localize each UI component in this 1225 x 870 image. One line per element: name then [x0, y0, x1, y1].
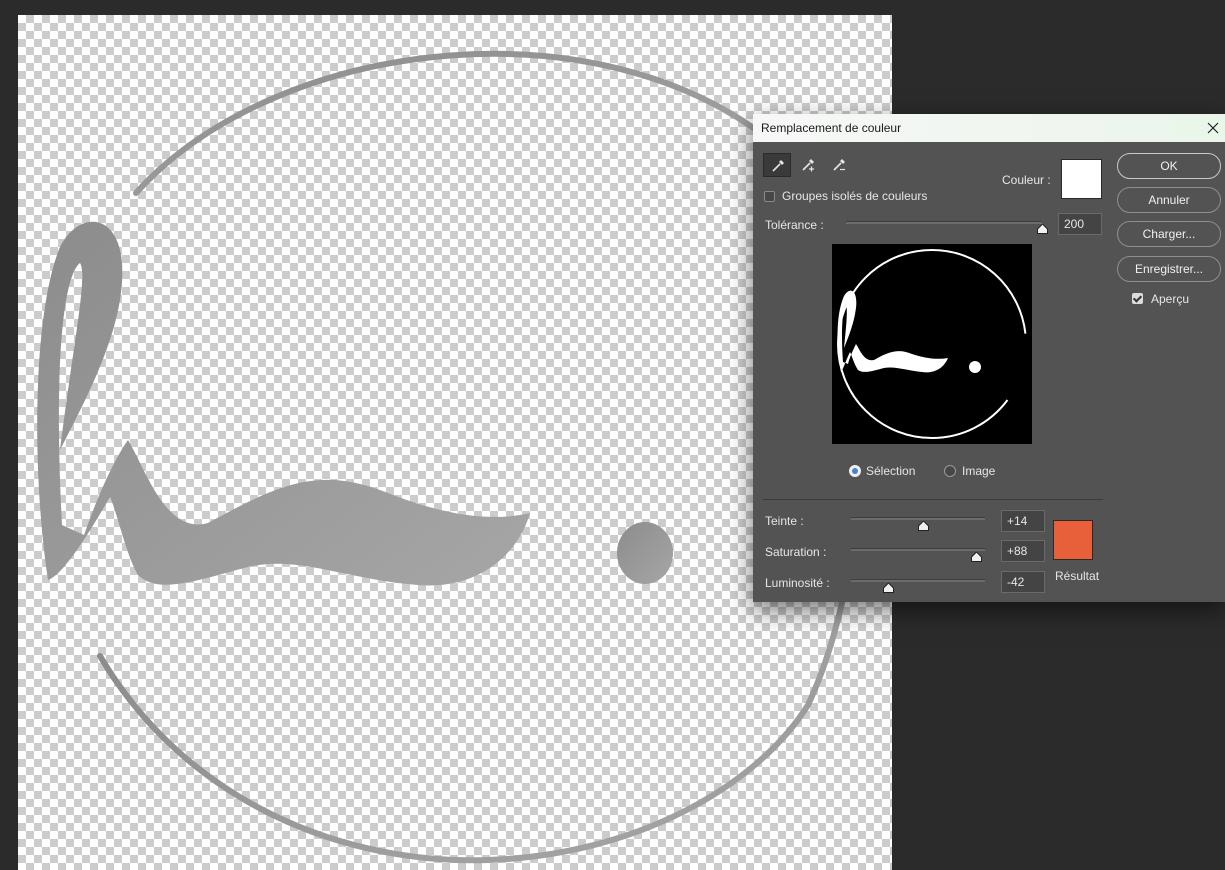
hue-value-field[interactable]: +14 — [1001, 510, 1045, 532]
tolerance-value-field[interactable]: 200 — [1058, 213, 1102, 235]
result-color-swatch[interactable] — [1053, 520, 1093, 560]
lightness-label: Luminosité : — [765, 576, 830, 590]
lightness-slider-thumb[interactable] — [883, 583, 895, 593]
hue-label: Teinte : — [765, 514, 804, 528]
image-radio[interactable] — [944, 465, 956, 477]
eyedropper-add-tool[interactable] — [794, 153, 822, 177]
selection-radio[interactable] — [849, 465, 861, 477]
preview-checkbox[interactable] — [1132, 293, 1143, 304]
replace-color-dialog: Remplacement de couleur Groupes isolés d… — [753, 114, 1225, 602]
color-swatch[interactable] — [1061, 159, 1102, 199]
preview-checkbox-label: Aperçu — [1151, 292, 1190, 306]
image-radio-label: Image — [962, 464, 996, 478]
eyedropper-minus-icon — [833, 159, 845, 171]
tolerance-label: Tolérance : — [765, 218, 824, 232]
ok-button[interactable]: OK — [1117, 153, 1221, 179]
localized-color-clusters-label: Groupes isolés de couleurs — [782, 189, 928, 203]
saturation-slider-track[interactable] — [851, 548, 985, 551]
eyedropper-icon — [772, 160, 784, 172]
logo-dot — [617, 522, 673, 584]
hue-slider-thumb[interactable] — [917, 521, 929, 531]
saturation-value-field[interactable]: +88 — [1001, 540, 1045, 562]
eyedropper-plus-icon — [802, 159, 814, 172]
saturation-slider-thumb[interactable] — [971, 552, 983, 562]
lightness-slider-track[interactable] — [851, 579, 985, 582]
tolerance-slider-track[interactable] — [846, 221, 1042, 224]
saturation-label: Saturation : — [765, 545, 827, 559]
save-button[interactable]: Enregistrer... — [1117, 256, 1221, 282]
dialog-title: Remplacement de couleur — [761, 121, 902, 135]
load-button[interactable]: Charger... — [1117, 221, 1221, 247]
close-icon — [1207, 122, 1219, 134]
lightness-value-field[interactable]: -42 — [1001, 571, 1045, 593]
cancel-button[interactable]: Annuler — [1117, 187, 1221, 213]
selection-preview — [832, 244, 1032, 444]
logo-circle-arc-bottom — [97, 653, 811, 864]
result-label: Résultat — [1055, 569, 1100, 583]
section-divider — [763, 499, 1103, 500]
localized-color-clusters-checkbox[interactable] — [764, 191, 775, 202]
dialog-titlebar[interactable]: Remplacement de couleur — [753, 114, 1225, 142]
tolerance-slider-thumb[interactable] — [1036, 224, 1048, 234]
close-button[interactable] — [1201, 114, 1225, 142]
eyedropper-subtract-tool[interactable] — [825, 153, 853, 177]
logo-letter-h — [37, 221, 530, 586]
logo-circle-arc-top — [133, 50, 796, 196]
selection-radio-label: Sélection — [866, 464, 916, 478]
color-label: Couleur : — [1002, 173, 1051, 187]
eyedropper-tool[interactable] — [763, 153, 791, 177]
hue-slider-track[interactable] — [851, 517, 985, 520]
